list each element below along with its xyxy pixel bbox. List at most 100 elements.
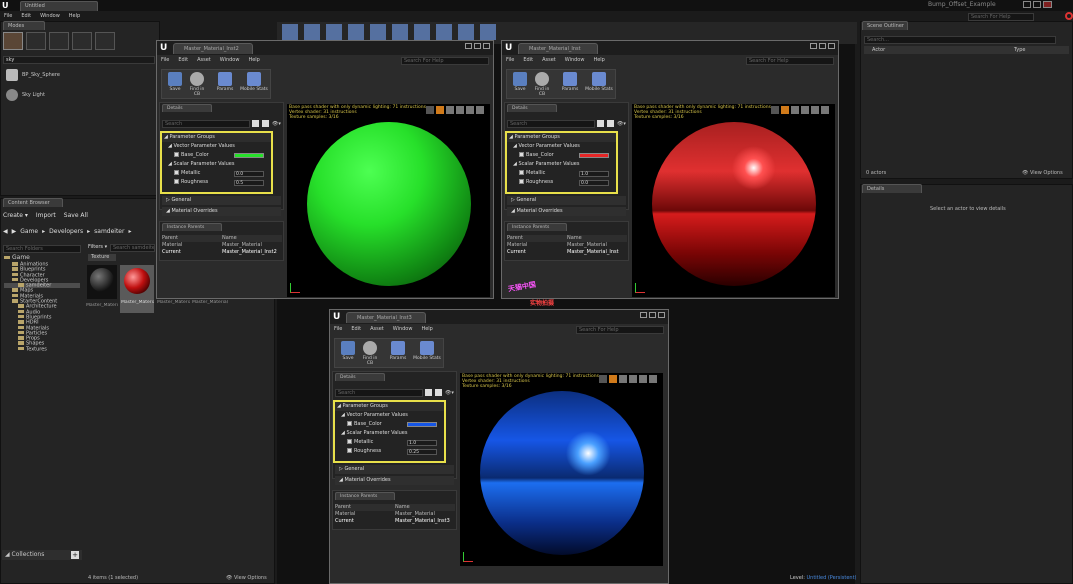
forward-icon[interactable]: ▶	[12, 228, 17, 235]
menu-help[interactable]: Help	[69, 13, 80, 19]
window-tab[interactable]: Master_Material_Inst	[518, 43, 598, 54]
details-search[interactable]: Search	[162, 120, 250, 128]
material-preview-viewport[interactable]: Base pass shader with only dynamic light…	[632, 104, 835, 297]
preview-shape-icon[interactable]	[456, 106, 464, 114]
menu-file[interactable]: File	[334, 326, 342, 332]
preview-shape-icon[interactable]	[426, 106, 434, 114]
menu-edit[interactable]: Edit	[178, 57, 188, 63]
eye-icon[interactable]: 👁▾	[445, 390, 454, 396]
menu-edit[interactable]: Edit	[351, 326, 361, 332]
table-row-current[interactable]: Current Master_Material_Inst3	[335, 518, 455, 525]
preview-lighting-icon[interactable]	[781, 106, 789, 114]
table-row[interactable]: Material Master_Material	[335, 511, 455, 518]
marketplace-icon[interactable]	[348, 24, 364, 40]
launch-icon[interactable]	[480, 24, 496, 40]
col-actor[interactable]: Actor	[872, 46, 885, 54]
source-control-icon[interactable]	[304, 24, 320, 40]
menu-edit[interactable]: Edit	[523, 57, 533, 63]
asset-thumb-master-material[interactable]	[87, 265, 117, 299]
base-color-swatch[interactable]	[234, 153, 264, 158]
blueprints-icon[interactable]	[392, 24, 408, 40]
table-row-current[interactable]: Current Master_Material_Inst	[507, 249, 627, 256]
instance-parents-tab[interactable]: Instance Parents	[335, 492, 395, 500]
world-outliner-tab[interactable]: Scene Outliner	[862, 21, 908, 30]
menu-file[interactable]: File	[4, 13, 12, 19]
material-preview-viewport[interactable]: Base pass shader with only dynamic light…	[460, 373, 663, 566]
preview-lighting-icon[interactable]	[609, 375, 617, 383]
metallic-checkbox[interactable]	[519, 170, 524, 175]
grid-icon[interactable]	[262, 120, 269, 127]
modes-item-sky-light[interactable]: Sky Light	[6, 88, 45, 102]
close-icon[interactable]	[828, 43, 835, 49]
maximize-icon[interactable]	[649, 312, 656, 318]
grid-icon[interactable]	[607, 120, 614, 127]
save-button[interactable]: Save	[509, 72, 531, 98]
roughness-checkbox[interactable]	[347, 448, 352, 453]
save-all-button[interactable]: Save All	[64, 212, 88, 219]
menu-help[interactable]: Help	[421, 326, 432, 332]
back-icon[interactable]: ◀	[3, 228, 8, 235]
preview-shape-icon[interactable]	[476, 106, 484, 114]
scalar-group[interactable]: ◢ Scalar Parameter Values	[162, 160, 271, 169]
metallic-value-field[interactable]: 1.0	[579, 171, 609, 177]
tree-item[interactable]: Textures	[4, 347, 80, 352]
metallic-checkbox[interactable]	[347, 439, 352, 444]
params-button[interactable]: Params	[214, 72, 236, 98]
table-row[interactable]: Material Master_Material	[162, 242, 282, 249]
breadcrumb-samdeiter[interactable]: samdeiter	[94, 228, 124, 235]
grid-icon[interactable]	[435, 389, 442, 396]
mobile-stats-button[interactable]: Mobile Stats	[240, 72, 268, 98]
save-button[interactable]: Save	[164, 72, 186, 98]
params-button[interactable]: Params	[387, 341, 409, 367]
general-section[interactable]: ▷ General	[507, 196, 626, 205]
preview-shape-icon[interactable]	[466, 106, 474, 114]
preview-shape-icon[interactable]	[811, 106, 819, 114]
vector-group[interactable]: ◢ Vector Parameter Values	[162, 142, 271, 151]
roughness-value-field[interactable]: 0.5	[234, 180, 264, 186]
settings-icon[interactable]	[370, 24, 386, 40]
preview-shape-icon[interactable]	[801, 106, 809, 114]
help-search[interactable]: Search For Help	[746, 57, 834, 65]
details-tab[interactable]: Details	[335, 373, 385, 381]
roughness-value-field[interactable]: 0.0	[579, 180, 609, 186]
minimize-icon[interactable]	[810, 43, 817, 49]
maximize-icon[interactable]	[819, 43, 826, 49]
preview-shape-icon[interactable]	[619, 375, 627, 383]
vector-group[interactable]: ◢ Vector Parameter Values	[507, 142, 616, 151]
details-search[interactable]: Search	[335, 389, 423, 397]
help-search[interactable]: Search For Help	[576, 326, 664, 334]
eye-icon[interactable]: 👁▾	[272, 121, 281, 127]
window-controls[interactable]	[1023, 1, 1052, 8]
preview-shape-icon[interactable]	[821, 106, 829, 114]
base-color-swatch[interactable]	[407, 422, 437, 427]
geometry-mode-icon[interactable]	[95, 32, 115, 50]
base-color-checkbox[interactable]	[347, 421, 352, 426]
base-color-swatch[interactable]	[579, 153, 609, 158]
main-help-search[interactable]: Search For Help	[968, 13, 1034, 21]
vector-group[interactable]: ◢ Vector Parameter Values	[335, 411, 444, 420]
menu-window[interactable]: Window	[40, 13, 60, 19]
minimize-icon[interactable]	[465, 43, 472, 49]
maximize-icon[interactable]	[1033, 1, 1041, 8]
material-overrides-section[interactable]: ◢ Material Overrides	[335, 476, 454, 485]
texture-filter-chip[interactable]: Texture	[88, 254, 116, 261]
cb-view-options[interactable]: 👁 View Options	[226, 575, 267, 581]
preview-shape-icon[interactable]	[791, 106, 799, 114]
parameter-groups-header[interactable]: ◢ Parameter Groups	[335, 402, 444, 411]
outliner-search[interactable]: Search...	[864, 36, 1056, 44]
scalar-group[interactable]: ◢ Scalar Parameter Values	[507, 160, 616, 169]
close-icon[interactable]	[1043, 1, 1052, 8]
import-button[interactable]: Import	[36, 212, 56, 219]
instance-parents-tab[interactable]: Instance Parents	[162, 223, 222, 231]
menu-window[interactable]: Window	[565, 57, 585, 63]
parameter-groups-header[interactable]: ◢ Parameter Groups	[507, 133, 616, 142]
details-side-tab[interactable]: Details	[862, 184, 922, 193]
details-tab[interactable]: Details	[507, 104, 557, 112]
folder-search[interactable]: Search Folders	[3, 245, 81, 253]
add-collection-icon[interactable]: +	[71, 551, 79, 559]
details-tab[interactable]: Details	[162, 104, 212, 112]
minimize-icon[interactable]	[1023, 1, 1031, 8]
menu-window[interactable]: Window	[393, 326, 413, 332]
outliner-view-options[interactable]: 👁 View Options	[1022, 170, 1063, 176]
parameter-groups-header[interactable]: ◢ Parameter Groups	[162, 133, 271, 142]
